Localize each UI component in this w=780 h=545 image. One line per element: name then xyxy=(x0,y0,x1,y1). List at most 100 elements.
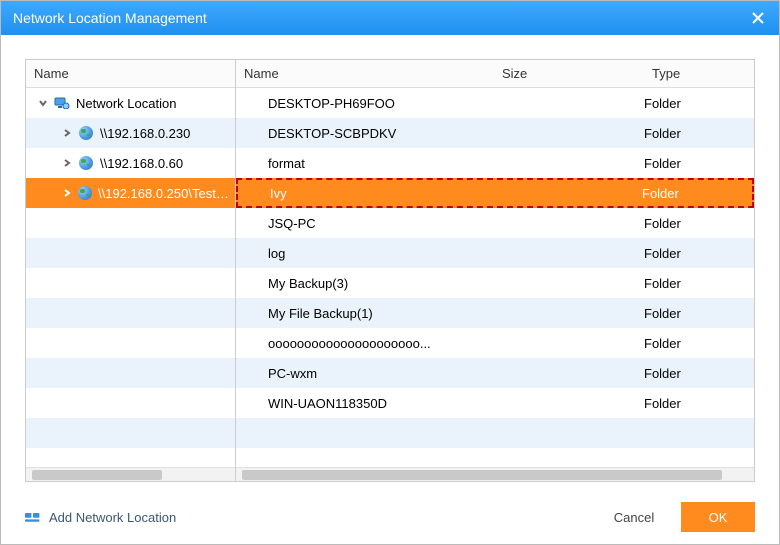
add-network-location-label: Add Network Location xyxy=(49,510,176,525)
list-header: Name Size Type xyxy=(236,60,754,88)
chevron-right-icon[interactable] xyxy=(60,126,74,140)
tree-header: Name xyxy=(26,60,235,88)
list-item[interactable]: JSQ-PC Folder xyxy=(236,208,754,238)
window-title: Network Location Management xyxy=(13,10,749,26)
folder-icon xyxy=(244,276,260,290)
folder-icon xyxy=(244,216,260,230)
file-list[interactable]: DESKTOP-PH69FOO Folder DESKTOP-SCBPDKV Fold… xyxy=(236,88,754,467)
col-header-size[interactable]: Size xyxy=(494,66,644,81)
list-item[interactable]: WIN-UAON118350D Folder xyxy=(236,388,754,418)
cell-type: Folder xyxy=(644,216,754,231)
cell-name-text: WIN-UAON118350D xyxy=(268,396,387,411)
tree-node-label: \\192.168.0.250\TestSh… xyxy=(98,186,235,201)
cell-type: Folder xyxy=(644,336,754,351)
list-scroll-thumb[interactable] xyxy=(242,470,722,480)
folder-icon xyxy=(244,126,260,140)
tree-node[interactable]: \\192.168.0.230 xyxy=(26,118,235,148)
cell-name: DESKTOP-SCBPDKV xyxy=(236,126,494,141)
globe-icon xyxy=(78,155,94,171)
list-item[interactable]: DESKTOP-SCBPDKV Folder xyxy=(236,118,754,148)
list-item[interactable]: ooooooooooooooooooooo... Folder xyxy=(236,328,754,358)
list-scrollbar-x[interactable] xyxy=(236,467,754,481)
folder-icon xyxy=(244,156,260,170)
network-root-icon xyxy=(54,95,70,111)
cell-name-text: My File Backup(1) xyxy=(268,306,373,321)
tree-empty-row xyxy=(26,358,235,388)
network-location-icon xyxy=(25,511,41,523)
list-item[interactable]: DESKTOP-PH69FOO Folder xyxy=(236,88,754,118)
list-panel: Name Size Type DESKTOP-PH69FOOFolderDESK… xyxy=(236,60,754,481)
cell-type: Folder xyxy=(644,276,754,291)
list-item[interactable]: My File Backup(1)Folder xyxy=(236,298,754,328)
cell-name: WIN-UAON118350D xyxy=(236,396,494,411)
cell-name-text: JSQ-PC xyxy=(268,216,316,231)
close-icon xyxy=(752,12,764,24)
cell-name: Ivy xyxy=(238,186,492,201)
tree-empty-row xyxy=(26,328,235,358)
folder-icon xyxy=(244,396,260,410)
add-network-location-link[interactable]: Add Network Location xyxy=(25,510,176,525)
cell-name-text: DESKTOP-SCBPDKV xyxy=(268,126,396,141)
ok-button[interactable]: OK xyxy=(681,502,755,532)
col-header-type[interactable]: Type xyxy=(644,66,754,81)
folder-icon xyxy=(244,336,260,350)
cell-type: Folder xyxy=(642,186,752,201)
cell-name-text: format xyxy=(268,156,305,171)
col-header-name[interactable]: Name xyxy=(236,66,494,81)
cell-name: JSQ-PC xyxy=(236,216,494,231)
cell-name: DESKTOP-PH69FOO xyxy=(236,96,494,111)
folder-icon xyxy=(244,306,260,320)
cell-type: Folder xyxy=(644,126,754,141)
list-item[interactable]: formatFolder xyxy=(236,148,754,178)
chevron-down-icon[interactable] xyxy=(36,96,50,110)
tree-node[interactable]: \\192.168.0.60 xyxy=(26,148,235,178)
list-item[interactable]: log Folder xyxy=(236,238,754,268)
cell-name: log xyxy=(236,246,494,261)
list-item[interactable]: Ivy Folder xyxy=(236,178,754,208)
tree[interactable]: Network Location \\192.168.0.230 \\192.168… xyxy=(26,88,235,467)
chevron-right-icon[interactable] xyxy=(60,186,73,200)
split-panes: Name Network Location \\192.168.0.230 \\19… xyxy=(25,59,755,482)
folder-icon xyxy=(246,186,262,200)
folder-icon xyxy=(244,246,260,260)
tree-empty-row xyxy=(26,208,235,238)
globe-icon xyxy=(77,185,92,201)
cancel-button[interactable]: Cancel xyxy=(597,502,671,532)
tree-empty-row xyxy=(26,238,235,268)
cell-name: ooooooooooooooooooooo... xyxy=(236,336,494,351)
list-item[interactable]: My Backup(3) Folder xyxy=(236,268,754,298)
tree-node-label: \\192.168.0.230 xyxy=(100,126,190,141)
cell-name-text: Ivy xyxy=(270,186,287,201)
cell-name: My Backup(3) xyxy=(236,276,494,291)
footer: Add Network Location Cancel OK xyxy=(1,490,779,544)
tree-empty-row xyxy=(26,388,235,418)
cell-name-text: My Backup(3) xyxy=(268,276,348,291)
tree-panel: Name Network Location \\192.168.0.230 \\19… xyxy=(26,60,236,481)
cell-name-text: log xyxy=(268,246,285,261)
dialog-body: Name Network Location \\192.168.0.230 \\19… xyxy=(1,35,779,490)
tree-empty-row xyxy=(26,298,235,328)
cell-name: format xyxy=(236,156,494,171)
cell-type: Folder xyxy=(644,366,754,381)
tree-node-label: Network Location xyxy=(76,96,176,111)
tree-node[interactable]: Network Location xyxy=(26,88,235,118)
list-empty-row xyxy=(236,418,754,448)
cell-name-text: PC-wxm xyxy=(268,366,317,381)
cell-name: My File Backup(1) xyxy=(236,306,494,321)
folder-icon xyxy=(244,96,260,110)
tree-scrollbar-x[interactable] xyxy=(26,467,235,481)
cell-type: Folder xyxy=(644,396,754,411)
globe-icon xyxy=(78,125,94,141)
list-item[interactable]: PC-wxm Folder xyxy=(236,358,754,388)
tree-scroll-thumb[interactable] xyxy=(32,470,162,480)
tree-header-name[interactable]: Name xyxy=(26,66,235,81)
cell-name-text: ooooooooooooooooooooo... xyxy=(268,336,431,351)
cell-type: Folder xyxy=(644,246,754,261)
tree-empty-row xyxy=(26,418,235,448)
cell-type: Folder xyxy=(644,96,754,111)
cell-name-text: DESKTOP-PH69FOO xyxy=(268,96,395,111)
close-button[interactable] xyxy=(749,9,767,27)
title-bar: Network Location Management xyxy=(1,1,779,35)
tree-node[interactable]: \\192.168.0.250\TestSh… xyxy=(26,178,235,208)
chevron-right-icon[interactable] xyxy=(60,156,74,170)
